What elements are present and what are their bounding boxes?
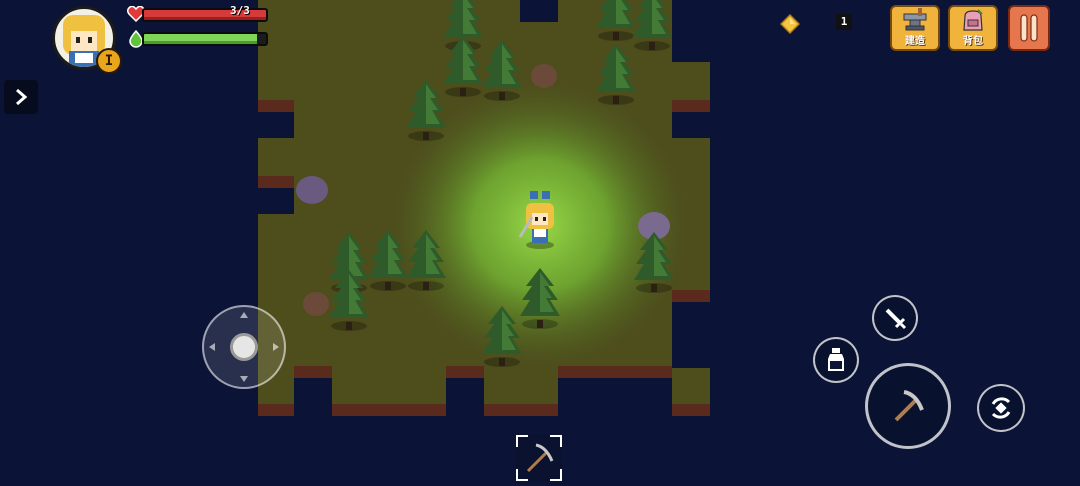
build-label: 建造 <box>905 36 925 47</box>
menu-button[interactable] <box>1008 5 1050 51</box>
rock <box>296 176 328 204</box>
bag-label: 背包 <box>963 36 983 47</box>
gem-icon <box>780 14 800 34</box>
anvil-icon <box>903 8 927 31</box>
gem-count: 1 <box>836 14 852 30</box>
scroll-icon <box>1020 14 1038 42</box>
hp-text: 3/3 <box>230 4 250 17</box>
bush <box>531 64 557 88</box>
build-button[interactable]: 建造 <box>890 5 940 51</box>
sword-icon <box>885 308 907 330</box>
energy-bar <box>142 32 268 46</box>
chevron-right-icon <box>16 88 28 106</box>
joystick-knob[interactable] <box>230 333 258 361</box>
bag-button[interactable]: 背包 <box>948 5 998 51</box>
backpack-icon <box>963 9 983 31</box>
energy-bar-fill <box>144 34 258 44</box>
dodge-button[interactable] <box>977 384 1025 432</box>
expand-panel-button[interactable] <box>4 80 38 114</box>
level-badge: I <box>96 48 122 74</box>
attack-button[interactable] <box>872 295 918 341</box>
pickaxe-icon <box>894 390 924 422</box>
pickaxe-icon <box>526 443 554 473</box>
bush <box>303 292 329 316</box>
potion-button[interactable] <box>813 337 859 383</box>
potion-icon <box>828 348 844 371</box>
dodge-roll-icon <box>991 397 1011 419</box>
tool-action-button[interactable] <box>865 363 951 449</box>
equipped-tool-slot[interactable] <box>516 435 562 481</box>
